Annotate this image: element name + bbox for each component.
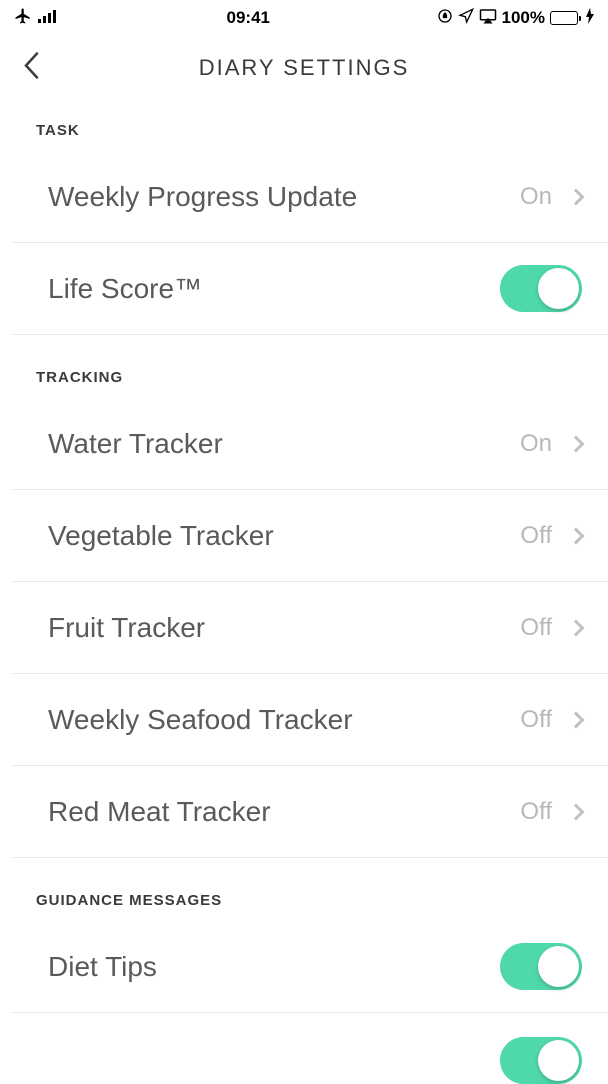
row-right: On	[520, 430, 582, 458]
row-partial-next	[12, 1013, 608, 1054]
row-vegetable-tracker[interactable]: Vegetable Tracker Off	[12, 490, 608, 582]
toggle-knob	[538, 946, 579, 987]
page-title: DIARY SETTINGS	[18, 55, 590, 81]
toggle-diet-tips[interactable]	[500, 943, 582, 990]
section-header-task: TASK	[0, 104, 608, 151]
row-label: Fruit Tracker	[48, 612, 205, 644]
status-right: 100%	[437, 8, 594, 29]
row-weekly-progress[interactable]: Weekly Progress Update On	[12, 151, 608, 243]
chevron-right-icon	[568, 527, 585, 544]
location-icon	[458, 8, 474, 29]
row-life-score: Life Score™	[12, 243, 608, 335]
row-label: Red Meat Tracker	[48, 796, 271, 828]
chevron-right-icon	[568, 619, 585, 636]
status-bar: 09:41 100%	[0, 0, 608, 32]
section-header-tracking: TRACKING	[0, 351, 608, 398]
section-header-guidance: GUIDANCE MESSAGES	[0, 874, 608, 921]
row-label: Vegetable Tracker	[48, 520, 274, 552]
lock-rotation-icon	[437, 8, 453, 29]
status-time: 09:41	[227, 8, 270, 28]
signal-icon	[38, 8, 60, 28]
toggle-life-score[interactable]	[500, 265, 582, 312]
row-label: Water Tracker	[48, 428, 223, 460]
chevron-right-icon	[568, 803, 585, 820]
row-value: Off	[520, 522, 552, 550]
row-right: Off	[520, 798, 582, 826]
chevron-right-icon	[568, 188, 585, 205]
chevron-right-icon	[568, 711, 585, 728]
row-value: Off	[520, 706, 552, 734]
row-value: On	[520, 430, 552, 458]
row-fruit-tracker[interactable]: Fruit Tracker Off	[12, 582, 608, 674]
row-label: Life Score™	[48, 273, 202, 305]
row-label: Weekly Progress Update	[48, 181, 357, 213]
toggle-knob	[538, 1040, 579, 1081]
toggle-partial[interactable]	[500, 1037, 582, 1084]
row-label: Diet Tips	[48, 951, 157, 983]
row-right: Off	[520, 706, 582, 734]
battery-icon	[550, 11, 581, 25]
row-value: Off	[520, 798, 552, 826]
chevron-right-icon	[568, 435, 585, 452]
back-button[interactable]	[22, 51, 40, 86]
row-red-meat-tracker[interactable]: Red Meat Tracker Off	[12, 766, 608, 858]
row-value: Off	[520, 614, 552, 642]
row-right: Off	[520, 522, 582, 550]
battery-percent: 100%	[502, 8, 545, 28]
toggle-knob	[538, 268, 579, 309]
charging-icon	[586, 8, 594, 29]
status-left	[14, 7, 60, 30]
row-label: Weekly Seafood Tracker	[48, 704, 353, 736]
airplay-icon	[479, 8, 497, 29]
header: DIARY SETTINGS	[0, 32, 608, 104]
row-water-tracker[interactable]: Water Tracker On	[12, 398, 608, 490]
row-diet-tips: Diet Tips	[12, 921, 608, 1013]
row-right: Off	[520, 614, 582, 642]
row-seafood-tracker[interactable]: Weekly Seafood Tracker Off	[12, 674, 608, 766]
airplane-icon	[14, 7, 32, 30]
row-value: On	[520, 183, 552, 211]
row-right: On	[520, 183, 582, 211]
